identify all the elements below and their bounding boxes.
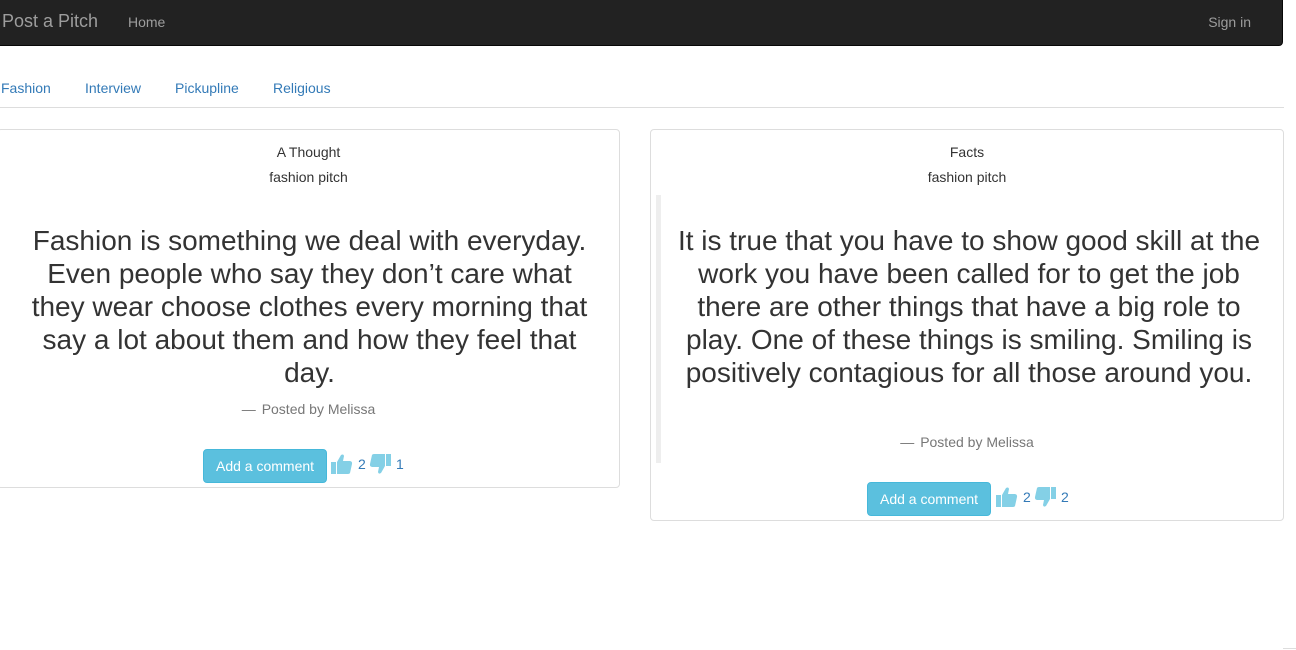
- downvote-count: 1: [396, 456, 404, 472]
- author-dash: —: [900, 434, 915, 450]
- divider: [1283, 648, 1296, 649]
- add-comment-button[interactable]: Add a comment: [203, 449, 328, 483]
- pitch-actions: Add a comment 2 1: [0, 448, 619, 483]
- blockquote-border: [656, 195, 661, 463]
- downvote-button[interactable]: 1: [368, 450, 404, 478]
- downvote-count: 2: [1061, 489, 1069, 505]
- tab-fashion[interactable]: Fashion: [1, 80, 51, 96]
- pitch-category: fashion pitch: [927, 169, 1007, 185]
- upvote-count: 2: [358, 456, 366, 472]
- pitch-text: It is true that you have to show good sk…: [677, 225, 1261, 388]
- tab-pickupline[interactable]: Pickupline: [175, 80, 239, 96]
- pitch-author: — Posted by Melissa: [0, 401, 619, 417]
- add-comment-button[interactable]: Add a comment: [867, 482, 992, 516]
- nav-home-link[interactable]: Home: [128, 14, 165, 30]
- author-name: Posted by Melissa: [261, 401, 376, 417]
- thumbs-down-icon: [369, 454, 391, 474]
- tab-interview[interactable]: Interview: [85, 80, 141, 96]
- pitch-category: fashion pitch: [269, 169, 348, 185]
- brand-link[interactable]: Post a Pitch: [2, 11, 98, 31]
- pitch-actions: Add a comment 2 2: [651, 481, 1283, 516]
- category-tabs: Fashion Interview Pickupline Religious: [0, 68, 1284, 108]
- downvote-button[interactable]: 2: [1033, 483, 1069, 511]
- upvote-count: 2: [1023, 489, 1031, 505]
- pitch-text: Fashion is something we deal with everyd…: [31, 225, 588, 388]
- tab-religious[interactable]: Religious: [273, 80, 331, 96]
- upvote-button[interactable]: 2: [995, 483, 1031, 511]
- thumbs-up-icon: [996, 487, 1018, 507]
- author-dash: —: [241, 401, 256, 417]
- author-name: Posted by Melissa: [920, 434, 1034, 450]
- thumbs-up-icon: [331, 454, 353, 474]
- pitch-author: — Posted by Melissa: [651, 434, 1283, 450]
- thumbs-down-icon: [1034, 487, 1056, 507]
- pitch-card: A Thought fashion pitch Fashion is somet…: [0, 129, 620, 488]
- navbar: Post a Pitch Home Sign in: [0, 0, 1283, 46]
- upvote-button[interactable]: 2: [330, 450, 366, 478]
- pitch-card: Facts fashion pitch It is true that you …: [650, 129, 1284, 521]
- pitch-title: Facts: [949, 144, 985, 160]
- nav-signin-link[interactable]: Sign in: [1208, 14, 1251, 30]
- pitch-title: A Thought: [276, 144, 341, 160]
